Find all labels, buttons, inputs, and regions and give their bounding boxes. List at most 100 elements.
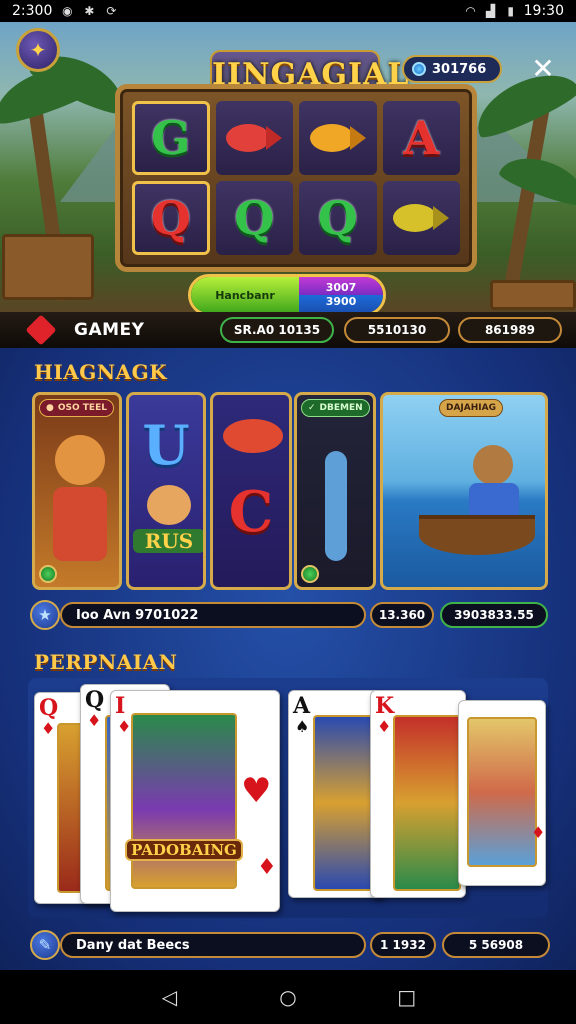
tile-letter: C — [228, 479, 274, 545]
category-label[interactable]: GAMEY — [74, 320, 144, 340]
playing-card[interactable]: K ♦ — [370, 690, 466, 898]
reel-cell: G — [132, 101, 210, 175]
gold-fish-icon — [389, 198, 453, 238]
reel-symbol: A — [403, 111, 440, 165]
card-rank: Q — [85, 687, 105, 713]
wifi-icon: ◠ — [465, 4, 476, 18]
tile-tag-text: DAJAHIAG — [446, 403, 496, 413]
pen-icon[interactable]: ✎ — [30, 930, 60, 960]
reel-cell — [299, 101, 377, 175]
battery-icon: ▮ — [507, 4, 514, 18]
card-rank: A — [293, 693, 311, 719]
game-tile[interactable]: C — [210, 392, 292, 590]
reel-cell: Q — [132, 181, 210, 255]
home-icon[interactable]: ○ — [276, 985, 300, 1009]
info-pill[interactable]: 13.360 — [370, 602, 434, 628]
reel-cell: Q — [299, 181, 377, 255]
info-bar[interactable]: Dany dat Beecs — [60, 932, 366, 958]
character-body — [53, 487, 107, 561]
slot-reels: G A Q Q Q — [115, 84, 477, 272]
fisherman-character — [473, 445, 513, 485]
stat-pill[interactable]: SR.A0 10135 — [220, 317, 334, 343]
reel-symbol: G — [151, 111, 191, 165]
spin-value-top: 3007 — [325, 281, 357, 294]
settings-icon: ✱ — [84, 4, 95, 18]
treasure-crate — [2, 234, 94, 300]
star-icon[interactable]: ★ — [30, 600, 60, 630]
badge-icon — [301, 565, 319, 583]
info-pill[interactable]: 5 56908 — [442, 932, 550, 958]
tile-tag-text: DBEMEN — [319, 403, 363, 413]
card-suit: ♠ — [295, 717, 310, 736]
coin-icon — [412, 62, 426, 76]
section-title: HIAGNAGK — [34, 360, 168, 384]
card-rank: I — [115, 693, 126, 719]
fish-icon: ✦ — [29, 38, 47, 62]
diamond-decoration: ♦ — [257, 855, 277, 880]
card-rank: Q — [39, 695, 59, 721]
info-pill[interactable]: 3903833.55 — [440, 602, 548, 628]
spin-button[interactable]: Hancbanr 3007 3900 — [188, 274, 386, 312]
playing-card[interactable]: ♦ — [458, 700, 546, 886]
spin-value-bottom: 3900 — [325, 295, 357, 308]
tile-tag: DAJAHIAG — [439, 399, 503, 417]
game-tile[interactable]: ✓ DBEMEN — [294, 392, 376, 590]
reel-symbol: Q — [150, 191, 191, 245]
info-bar[interactable]: Ioo Avn 9701022 — [60, 602, 366, 628]
game-tile[interactable]: U RUS — [126, 392, 206, 590]
reel-cell: Q — [215, 181, 293, 255]
gold-fish-icon — [306, 118, 370, 158]
close-button[interactable]: ✕ — [528, 54, 558, 84]
tile-letter: RUS — [133, 529, 203, 553]
stat-pill[interactable]: 5510130 — [344, 317, 450, 343]
card-rank: K — [375, 693, 395, 719]
tile-letter: U — [142, 413, 190, 477]
card-suit: ♦ — [117, 717, 132, 736]
boat-icon — [419, 515, 535, 555]
tile-tag-text: OSO TEEL — [57, 403, 107, 413]
playing-card[interactable]: I ♦ PADOBAING ♥ ♦ — [110, 690, 280, 912]
reel-cell — [382, 181, 460, 255]
card-suit: ♦ — [87, 711, 102, 730]
game-tile[interactable]: ● OSO TEEL — [32, 392, 122, 590]
stat-pill[interactable]: 861989 — [458, 317, 562, 343]
status-time: 2:300 — [12, 3, 53, 19]
navigation-bar: ◁ ○ □ — [0, 970, 576, 1024]
menu-button[interactable]: ✦ — [16, 28, 60, 72]
game-hero: ✦ IINGAGIAL 301766 ✕ G A Q Q Q Hancbanr … — [0, 22, 576, 312]
card-art — [393, 715, 461, 891]
card-art — [131, 713, 237, 889]
eel-icon — [325, 451, 347, 561]
info-pill[interactable]: 1 1932 — [370, 932, 436, 958]
fox-character — [55, 435, 105, 485]
reel-symbol: Q — [317, 191, 358, 245]
back-icon[interactable]: ◁ — [157, 985, 181, 1009]
card-suit: ♦ — [41, 719, 56, 738]
tile-tag: ✓ DBEMEN — [301, 399, 370, 417]
check-icon: ✓ — [308, 403, 316, 413]
badge-icon — [39, 565, 57, 583]
category-bar: GAMEY SR.A0 10135 5510130 861989 — [0, 312, 576, 348]
reel-symbol: Q — [234, 191, 275, 245]
red-fish-icon — [222, 118, 286, 158]
coin-amount: 301766 — [432, 61, 487, 77]
tag-icon: ● — [46, 403, 54, 413]
section-title: PERPNAIAN — [34, 650, 178, 674]
tile-tag: ● OSO TEEL — [39, 399, 114, 417]
card-suit: ♦ — [531, 823, 546, 842]
game-tile[interactable]: DAJAHIAG — [380, 392, 548, 590]
sync-icon: ⟳ — [106, 4, 117, 18]
notification-icon: ◉ — [62, 4, 73, 18]
card-art — [467, 717, 537, 867]
wooden-table — [490, 280, 576, 310]
heart-decoration: ♥ — [241, 771, 272, 811]
red-fish-icon — [223, 419, 283, 453]
spin-label: Hancbanr — [191, 277, 299, 312]
status-bar: 2:300 ◉ ✱ ⟳ ◠ ▟ ▮ 19:30 — [0, 0, 576, 22]
card-suit: ♦ — [377, 717, 392, 736]
reel-cell — [215, 101, 293, 175]
recents-icon[interactable]: □ — [395, 985, 419, 1009]
diamond-icon — [25, 314, 57, 346]
coin-balance[interactable]: 301766 — [402, 55, 502, 83]
hamster-character — [147, 485, 191, 525]
